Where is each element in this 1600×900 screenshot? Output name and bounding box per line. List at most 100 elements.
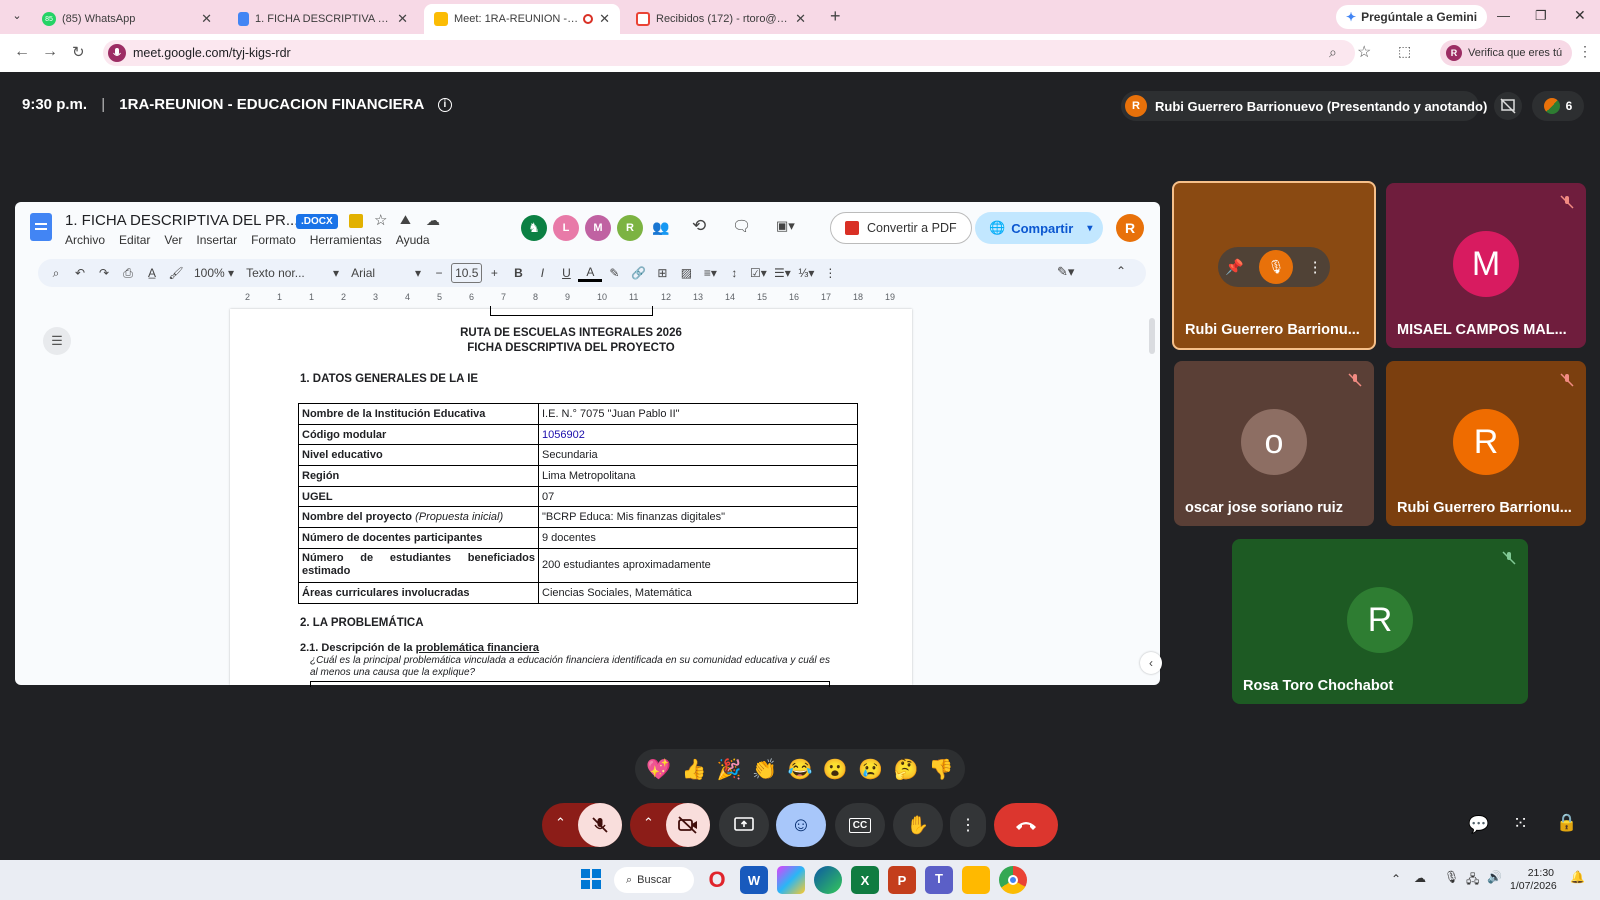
collaborator-avatar[interactable]: R — [617, 215, 643, 241]
share-dropdown-icon[interactable]: ▾ — [1087, 223, 1092, 234]
minimize-icon[interactable]: — — [1497, 8, 1510, 23]
back-icon[interactable]: ← — [14, 43, 30, 61]
opera-icon[interactable]: O — [703, 866, 731, 894]
tray-overflow-icon[interactable]: ⌃ — [1391, 872, 1401, 886]
participant-tile[interactable]: 📌 🎙 ⋮ Rubi Guerrero Barrionu... — [1172, 181, 1376, 350]
menu-insertar[interactable]: Insertar — [196, 233, 237, 247]
onedrive-off-icon[interactable]: ☁ — [1414, 871, 1426, 885]
annotation-off-icon[interactable] — [1494, 92, 1522, 120]
word-icon[interactable]: W — [740, 866, 768, 894]
close-tab-icon[interactable]: ✕ — [397, 11, 408, 27]
menu-archivo[interactable]: Archivo — [65, 233, 105, 247]
raise-hand-button[interactable]: ✋ — [893, 803, 943, 847]
align-icon[interactable]: ≡▾ — [698, 259, 722, 287]
table-value[interactable]: Secundaria — [538, 444, 858, 467]
table-value[interactable]: 9 docentes — [538, 527, 858, 549]
table-value[interactable]: 200 estudiantes aproximadamente — [538, 547, 858, 583]
browser-menu-icon[interactable]: ⋮ — [1578, 43, 1592, 60]
excel-icon[interactable]: X — [851, 866, 879, 894]
convert-pdf-button[interactable]: Convertir a PDF — [830, 212, 972, 244]
profile-verify-button[interactable]: R Verifica que eres tú — [1440, 40, 1573, 66]
file-explorer-icon[interactable] — [962, 866, 990, 894]
reaction-party[interactable]: 🎉 — [717, 757, 742, 782]
extensions-icon[interactable]: ⬚ — [1398, 43, 1411, 60]
participant-tile[interactable]: M MISAEL CAMPOS MAL... — [1386, 183, 1586, 348]
table-value[interactable]: "BCRP Educa: Mis finanzas digitales" — [538, 506, 858, 529]
close-window-icon[interactable]: ✕ — [1574, 7, 1586, 24]
taskbar-search[interactable]: ⌕ Buscar — [614, 867, 694, 893]
answer-box[interactable] — [310, 681, 830, 687]
reaction-thumbs-down[interactable]: 👎 — [929, 757, 954, 782]
menu-ayuda[interactable]: Ayuda — [396, 233, 430, 247]
collaborator-avatar[interactable]: L — [553, 215, 579, 241]
start-icon[interactable] — [581, 869, 601, 889]
tab-whatsapp[interactable]: 85 (85) WhatsApp ✕ — [32, 4, 222, 34]
taskbar-clock[interactable]: 21:30 1/07/2026 — [1510, 867, 1557, 893]
meet-present-icon[interactable]: ▣▾ — [776, 218, 795, 234]
version-history-icon[interactable]: ⟲ — [692, 216, 706, 236]
reaction-laugh[interactable]: 😂 — [788, 757, 813, 782]
mute-icon[interactable]: 🎙 — [1258, 250, 1293, 284]
tile-more-icon[interactable]: ⋮ — [1308, 258, 1323, 276]
menu-formato[interactable]: Formato — [251, 233, 296, 247]
reactions-button[interactable]: ☺ — [776, 803, 826, 847]
participants-button[interactable]: 6 — [1532, 91, 1584, 121]
table-value[interactable]: I.E. N.° 7075 "Juan Pablo II" — [538, 403, 858, 425]
insert-image-icon[interactable]: ▨ — [674, 259, 698, 287]
tab-meet[interactable]: Meet: 1RA-REUNION - EDU ✕ — [424, 4, 620, 34]
collaborator-avatar[interactable]: M — [585, 215, 611, 241]
table-value[interactable]: Ciencias Sociales, Matemática — [538, 581, 858, 604]
edge-icon[interactable] — [814, 866, 842, 894]
star-icon[interactable]: ☆ — [374, 211, 387, 229]
bulleted-list-icon[interactable]: ☰▾ — [770, 259, 794, 287]
copilot-icon[interactable] — [777, 866, 805, 894]
menu-herramientas[interactable]: Herramientas — [310, 233, 382, 247]
cloud-saved-icon[interactable]: ☁ — [426, 212, 440, 229]
decrease-font-size-icon[interactable]: − — [427, 259, 451, 287]
tray-mic-icon[interactable]: 🎙 — [1444, 870, 1459, 884]
participant-tile[interactable]: R Rosa Toro Chochabot — [1232, 539, 1528, 704]
present-screen-button[interactable] — [719, 803, 769, 847]
powerpoint-icon[interactable]: P — [888, 866, 916, 894]
bold-icon[interactable]: B — [506, 259, 530, 287]
font-select[interactable]: Arial ▾ — [345, 259, 427, 287]
url-input[interactable]: meet.google.com/tyj-kigs-rdr — [103, 40, 1355, 66]
restore-icon[interactable]: ❐ — [1535, 8, 1547, 24]
zoom-icon[interactable]: ⌕ — [1329, 44, 1337, 61]
menu-ver[interactable]: Ver — [164, 233, 182, 247]
pin-icon[interactable]: 📌 — [1225, 258, 1244, 276]
spellcheck-icon[interactable]: A̲ — [140, 259, 164, 287]
increase-font-size-icon[interactable]: + — [482, 259, 506, 287]
reaction-surprised[interactable]: 😮 — [823, 757, 848, 782]
redo-icon[interactable]: ↷ — [92, 259, 116, 287]
docs-scrollbar[interactable] — [1149, 318, 1155, 354]
menu-editar[interactable]: Editar — [119, 233, 150, 247]
host-controls-icon[interactable]: 🔒 — [1556, 813, 1577, 833]
chrome-icon[interactable] — [999, 866, 1027, 894]
reaction-thumbs-up[interactable]: 👍 — [682, 757, 707, 782]
tab-docs[interactable]: 1. FICHA DESCRIPTIVA DEL PRC ✕ — [228, 4, 418, 34]
docs-user-avatar[interactable]: R — [1116, 214, 1144, 242]
anonymous-collaborator-icon[interactable]: ♞ — [521, 215, 547, 241]
chat-icon[interactable]: 💬 — [1468, 815, 1489, 835]
notifications-icon[interactable]: 🔔 — [1570, 870, 1585, 884]
italic-icon[interactable]: I — [530, 259, 554, 287]
close-tab-icon[interactable]: ✕ — [795, 11, 806, 27]
side-panel-toggle-icon[interactable]: ‹ — [1140, 652, 1162, 674]
teams-icon[interactable]: T — [925, 866, 953, 894]
document-title[interactable]: 1. FICHA DESCRIPTIVA DEL PR... — [65, 212, 298, 229]
close-tab-icon[interactable]: ✕ — [201, 11, 212, 27]
font-size-input[interactable]: 10.5 — [451, 263, 483, 283]
search-menu-icon[interactable]: ⌕ — [44, 259, 68, 287]
add-comment-icon[interactable]: ⊞ — [650, 259, 674, 287]
video-options-icon[interactable]: ⌃ — [643, 815, 654, 831]
reload-icon[interactable]: ↻ — [72, 43, 85, 61]
meeting-info-icon[interactable]: i — [437, 98, 452, 113]
underline-icon[interactable]: U — [554, 259, 578, 287]
highlight-icon[interactable]: ✎ — [602, 259, 626, 287]
text-color-icon[interactable]: A — [578, 264, 603, 282]
reaction-sad[interactable]: 😢 — [858, 757, 883, 782]
microphone-toggle[interactable] — [578, 803, 622, 847]
audio-options-icon[interactable]: ⌃ — [555, 815, 566, 831]
bookmark-star-icon[interactable]: ☆ — [1357, 42, 1371, 62]
